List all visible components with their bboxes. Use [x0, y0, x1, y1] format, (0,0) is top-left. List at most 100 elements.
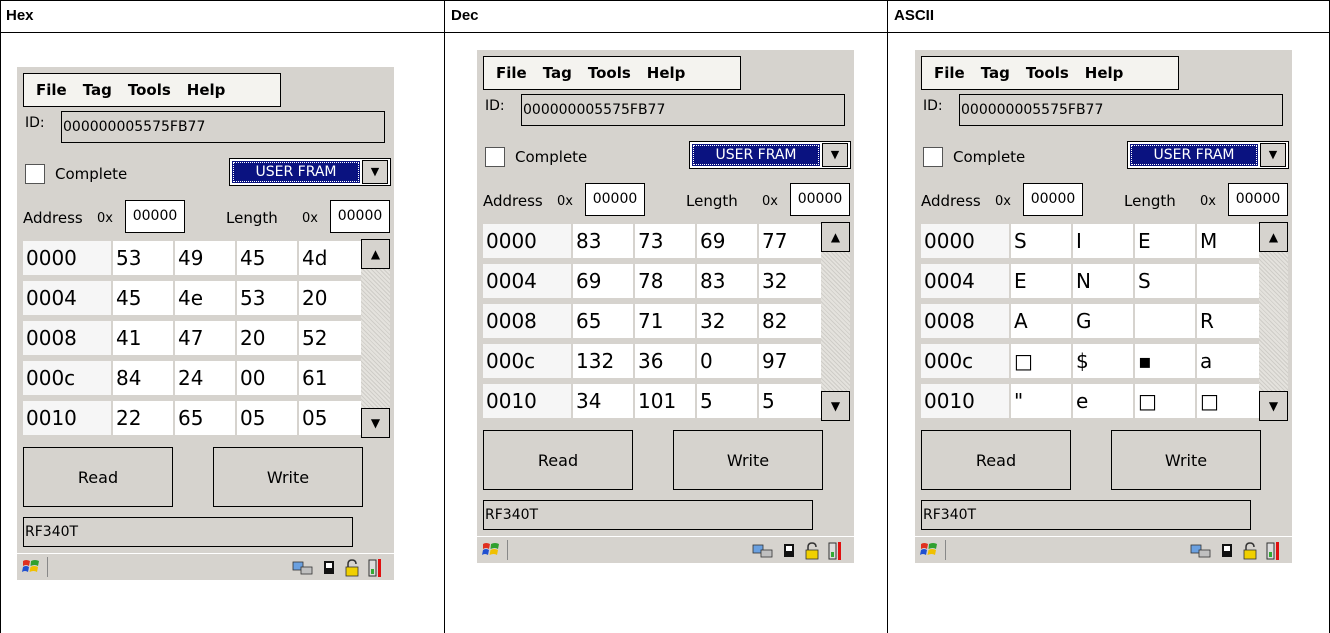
data-cell[interactable]: 52	[299, 321, 361, 355]
dropdown-arrow-icon[interactable]: ▼	[362, 160, 388, 184]
data-cell[interactable]: 45	[237, 241, 297, 275]
memory-area-select[interactable]: USER FRAM ▼	[689, 141, 851, 169]
data-cell[interactable]: 132	[573, 344, 633, 378]
data-cell[interactable]: 32	[759, 264, 821, 298]
data-cell[interactable]: $	[1073, 344, 1133, 378]
data-cell[interactable]: 83	[573, 224, 633, 258]
data-cell[interactable]: S	[1135, 264, 1195, 298]
data-cell[interactable]: 69	[573, 264, 633, 298]
card-icon[interactable]	[1220, 543, 1234, 559]
write-button[interactable]: Write	[1111, 430, 1261, 490]
data-cell[interactable]: ▪	[1135, 344, 1195, 378]
network-icon[interactable]	[752, 543, 774, 559]
lock-icon[interactable]	[1242, 542, 1258, 560]
memory-area-select[interactable]: USER FRAM ▼	[1127, 141, 1289, 169]
data-cell[interactable]: 36	[635, 344, 695, 378]
menu-file[interactable]: File	[36, 81, 67, 99]
data-cell[interactable]: 53	[237, 281, 297, 315]
dropdown-arrow-icon[interactable]: ▼	[1260, 143, 1286, 167]
data-cell[interactable]: 78	[635, 264, 695, 298]
menu-tools[interactable]: Tools	[128, 81, 171, 99]
tag-id-field[interactable]: 000000005575FB77	[521, 94, 845, 126]
write-button[interactable]: Write	[213, 447, 363, 507]
lock-icon[interactable]	[344, 559, 360, 577]
lock-icon[interactable]	[804, 542, 820, 560]
data-cell[interactable]: N	[1073, 264, 1133, 298]
read-button[interactable]: Read	[483, 430, 633, 490]
length-input[interactable]: 00000	[790, 183, 850, 216]
data-cell[interactable]: 77	[759, 224, 821, 258]
data-cell[interactable]: □	[1197, 384, 1259, 418]
card-icon[interactable]	[322, 560, 336, 576]
menu-help[interactable]: Help	[187, 81, 226, 99]
data-cell[interactable]: 00	[237, 361, 297, 395]
data-cell[interactable]: G	[1073, 304, 1133, 338]
windows-flag-icon[interactable]	[21, 557, 41, 577]
data-cell[interactable]: 82	[759, 304, 821, 338]
data-cell[interactable]: 4e	[175, 281, 235, 315]
data-cell[interactable]: 0	[697, 344, 757, 378]
data-cell[interactable]: 22	[113, 401, 173, 435]
windows-flag-icon[interactable]	[481, 540, 501, 560]
length-input[interactable]: 00000	[1228, 183, 1288, 216]
grid-scrollbar[interactable]: ▲ ▼	[361, 239, 390, 438]
data-cell[interactable]: 65	[175, 401, 235, 435]
data-cell[interactable]: □	[1011, 344, 1071, 378]
data-cell[interactable]: 05	[299, 401, 361, 435]
data-cell[interactable]: e	[1073, 384, 1133, 418]
menu-tools[interactable]: Tools	[588, 64, 631, 82]
data-cell[interactable]: 84	[113, 361, 173, 395]
scroll-down-arrow-icon[interactable]: ▼	[1259, 391, 1288, 421]
data-cell[interactable]: 20	[237, 321, 297, 355]
data-cell[interactable]: 45	[113, 281, 173, 315]
data-cell[interactable]	[1135, 304, 1195, 338]
address-input[interactable]: 00000	[585, 183, 645, 216]
data-cell[interactable]: E	[1135, 224, 1195, 258]
length-input[interactable]: 00000	[330, 200, 390, 233]
menu-tag[interactable]: Tag	[981, 64, 1010, 82]
data-cell[interactable]: S	[1011, 224, 1071, 258]
data-cell[interactable]: 47	[175, 321, 235, 355]
menu-tag[interactable]: Tag	[543, 64, 572, 82]
menu-tools[interactable]: Tools	[1026, 64, 1069, 82]
data-cell[interactable]: 24	[175, 361, 235, 395]
data-cell[interactable]: 61	[299, 361, 361, 395]
complete-checkbox[interactable]	[485, 147, 505, 167]
tag-id-field[interactable]: 000000005575FB77	[959, 94, 1283, 126]
network-icon[interactable]	[292, 560, 314, 576]
data-cell[interactable]: "	[1011, 384, 1071, 418]
scroll-up-arrow-icon[interactable]: ▲	[1259, 222, 1288, 252]
data-cell[interactable]: A	[1011, 304, 1071, 338]
write-button[interactable]: Write	[673, 430, 823, 490]
read-button[interactable]: Read	[921, 430, 1071, 490]
grid-scrollbar[interactable]: ▲ ▼	[1259, 222, 1288, 421]
tag-id-field[interactable]: 000000005575FB77	[61, 111, 385, 143]
data-cell[interactable]: 34	[573, 384, 633, 418]
scroll-down-arrow-icon[interactable]: ▼	[361, 408, 390, 438]
data-cell[interactable]: M	[1197, 224, 1259, 258]
data-cell[interactable]: 73	[635, 224, 695, 258]
data-cell[interactable]: a	[1197, 344, 1259, 378]
data-cell[interactable]: 83	[697, 264, 757, 298]
data-cell[interactable]	[1197, 264, 1259, 298]
battery-icon[interactable]	[368, 558, 382, 578]
data-cell[interactable]: E	[1011, 264, 1071, 298]
menu-help[interactable]: Help	[1085, 64, 1124, 82]
data-cell[interactable]: 20	[299, 281, 361, 315]
menu-tag[interactable]: Tag	[83, 81, 112, 99]
address-input[interactable]: 00000	[1023, 183, 1083, 216]
complete-checkbox[interactable]	[25, 164, 45, 184]
battery-icon[interactable]	[828, 541, 842, 561]
menu-file[interactable]: File	[496, 64, 527, 82]
address-input[interactable]: 00000	[125, 200, 185, 233]
scroll-up-arrow-icon[interactable]: ▲	[821, 222, 850, 252]
data-cell[interactable]: 05	[237, 401, 297, 435]
scroll-down-arrow-icon[interactable]: ▼	[821, 391, 850, 421]
complete-checkbox[interactable]	[923, 147, 943, 167]
read-button[interactable]: Read	[23, 447, 173, 507]
data-cell[interactable]: 32	[697, 304, 757, 338]
battery-icon[interactable]	[1266, 541, 1280, 561]
grid-scrollbar[interactable]: ▲ ▼	[821, 222, 850, 421]
menu-file[interactable]: File	[934, 64, 965, 82]
menu-help[interactable]: Help	[647, 64, 686, 82]
